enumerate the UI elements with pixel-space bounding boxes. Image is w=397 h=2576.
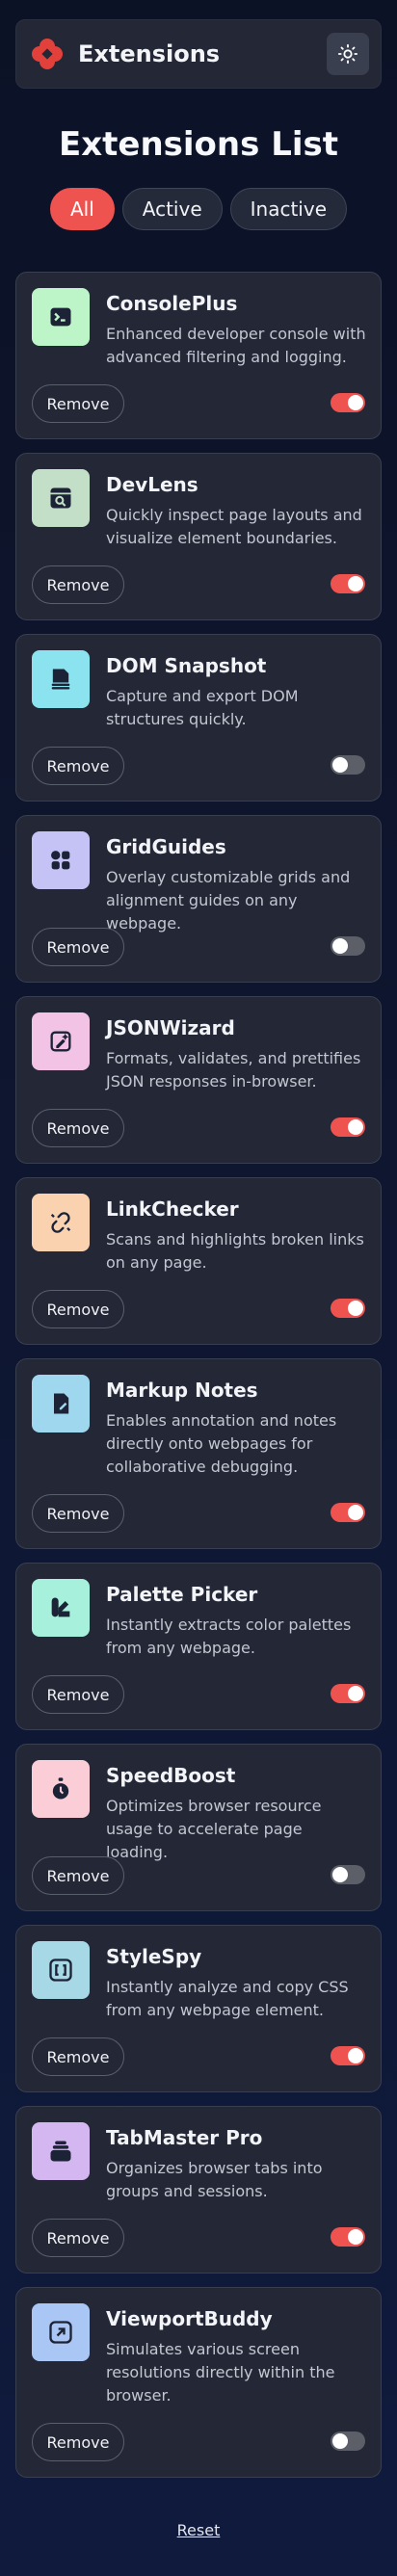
- sun-icon: [337, 43, 358, 65]
- enable-toggle[interactable]: [331, 936, 365, 956]
- enable-toggle[interactable]: [331, 1299, 365, 1318]
- enable-toggle[interactable]: [331, 393, 365, 412]
- extension-description: Organizes browser tabs into groups and s…: [106, 2159, 323, 2200]
- enable-toggle[interactable]: [331, 1503, 365, 1522]
- extension-name: DevLens: [106, 473, 198, 496]
- browser-search-icon: [32, 469, 90, 527]
- remove-button[interactable]: Remove: [32, 384, 124, 423]
- remove-button[interactable]: Remove: [32, 1856, 124, 1895]
- extension-description: Instantly analyze and copy CSS from any …: [106, 1978, 349, 2019]
- extension-description: Enhanced developer console with advanced…: [106, 325, 366, 366]
- grid-shapes-icon: [32, 831, 90, 889]
- filter-all[interactable]: All: [49, 188, 115, 230]
- extension-description: Overlay customizable grids and alignment…: [106, 868, 351, 933]
- extension-name: TabMaster Pro: [106, 2126, 263, 2149]
- remove-button[interactable]: Remove: [32, 565, 124, 604]
- remove-button[interactable]: Remove: [32, 1109, 124, 1147]
- note-pen-icon: [32, 1375, 90, 1433]
- remove-button[interactable]: Remove: [32, 1494, 124, 1533]
- extension-name: SpeedBoost: [106, 1764, 236, 1787]
- reset-link[interactable]: Reset: [0, 2521, 397, 2539]
- app-header: Extensions: [15, 19, 382, 89]
- app-title: Extensions: [78, 40, 221, 67]
- extension-card: DOM Snapshot Capture and export DOM stru…: [15, 634, 382, 802]
- remove-button[interactable]: Remove: [32, 2037, 124, 2076]
- document-stack-icon: [32, 650, 90, 708]
- extension-description: Simulates various screen resolutions dir…: [106, 2340, 335, 2405]
- extension-card: TabMaster Pro Organizes browser tabs int…: [15, 2106, 382, 2274]
- extension-description: Optimizes browser resource usage to acce…: [106, 1797, 322, 1861]
- enable-toggle[interactable]: [331, 574, 365, 593]
- extension-card: GridGuides Overlay customizable grids an…: [15, 815, 382, 983]
- extension-description: Formats, validates, and prettifies JSON …: [106, 1049, 361, 1091]
- magic-edit-icon: [32, 1012, 90, 1070]
- extension-card: LinkChecker Scans and highlights broken …: [15, 1177, 382, 1345]
- stacked-tabs-icon: [32, 2122, 90, 2180]
- extension-name: Palette Picker: [106, 1583, 258, 1606]
- remove-button[interactable]: Remove: [32, 747, 124, 785]
- page-title: Extensions List: [58, 125, 338, 164]
- terminal-icon: [32, 288, 90, 346]
- filter-tabs: All Active Inactive: [0, 188, 397, 230]
- enable-toggle[interactable]: [331, 755, 365, 775]
- red-hexagon-logo-icon: [28, 35, 66, 73]
- remove-button[interactable]: Remove: [32, 1290, 124, 1328]
- remove-button[interactable]: Remove: [32, 928, 124, 966]
- resize-arrow-icon: [32, 2303, 90, 2361]
- extension-description: Scans and highlights broken links on any…: [106, 1230, 364, 1272]
- extension-description: Quickly inspect page layouts and visuali…: [106, 506, 362, 547]
- extension-name: LinkChecker: [106, 1197, 239, 1221]
- filter-inactive[interactable]: Inactive: [229, 188, 348, 230]
- remove-button[interactable]: Remove: [32, 2219, 124, 2257]
- extension-description: Instantly extracts color palettes from a…: [106, 1616, 352, 1657]
- enable-toggle[interactable]: [331, 2227, 365, 2247]
- extension-card: Palette Picker Instantly extracts color …: [15, 1563, 382, 1730]
- extension-name: StyleSpy: [106, 1945, 202, 1968]
- stopwatch-icon: [32, 1760, 90, 1818]
- filter-active[interactable]: Active: [121, 188, 223, 230]
- extension-name: Markup Notes: [106, 1379, 258, 1402]
- palette-icon: [32, 1579, 90, 1637]
- extension-card: StyleSpy Instantly analyze and copy CSS …: [15, 1925, 382, 2092]
- enable-toggle[interactable]: [331, 2046, 365, 2065]
- extension-description: Enables annotation and notes directly on…: [106, 1411, 337, 1476]
- extension-card: JSONWizard Formats, validates, and prett…: [15, 996, 382, 1164]
- extension-card: ConsolePlus Enhanced developer console w…: [15, 272, 382, 439]
- extension-name: JSONWizard: [106, 1016, 235, 1039]
- enable-toggle[interactable]: [331, 1117, 365, 1137]
- extension-card: ViewportBuddy Simulates various screen r…: [15, 2287, 382, 2478]
- extension-name: DOM Snapshot: [106, 654, 267, 677]
- enable-toggle[interactable]: [331, 2431, 365, 2451]
- code-brackets-icon: [32, 1941, 90, 1999]
- extension-name: GridGuides: [106, 835, 226, 858]
- enable-toggle[interactable]: [331, 1865, 365, 1884]
- broken-link-icon: [32, 1194, 90, 1251]
- extension-name: ConsolePlus: [106, 292, 238, 315]
- extension-card: DevLens Quickly inspect page layouts and…: [15, 453, 382, 620]
- extension-name: ViewportBuddy: [106, 2307, 273, 2330]
- enable-toggle[interactable]: [331, 1684, 365, 1703]
- remove-button[interactable]: Remove: [32, 1675, 124, 1714]
- remove-button[interactable]: Remove: [32, 2423, 124, 2461]
- theme-toggle-button[interactable]: [327, 33, 369, 75]
- extension-card: Markup Notes Enables annotation and note…: [15, 1358, 382, 1549]
- extension-description: Capture and export DOM structures quickl…: [106, 687, 299, 728]
- extension-card: SpeedBoost Optimizes browser resource us…: [15, 1744, 382, 1911]
